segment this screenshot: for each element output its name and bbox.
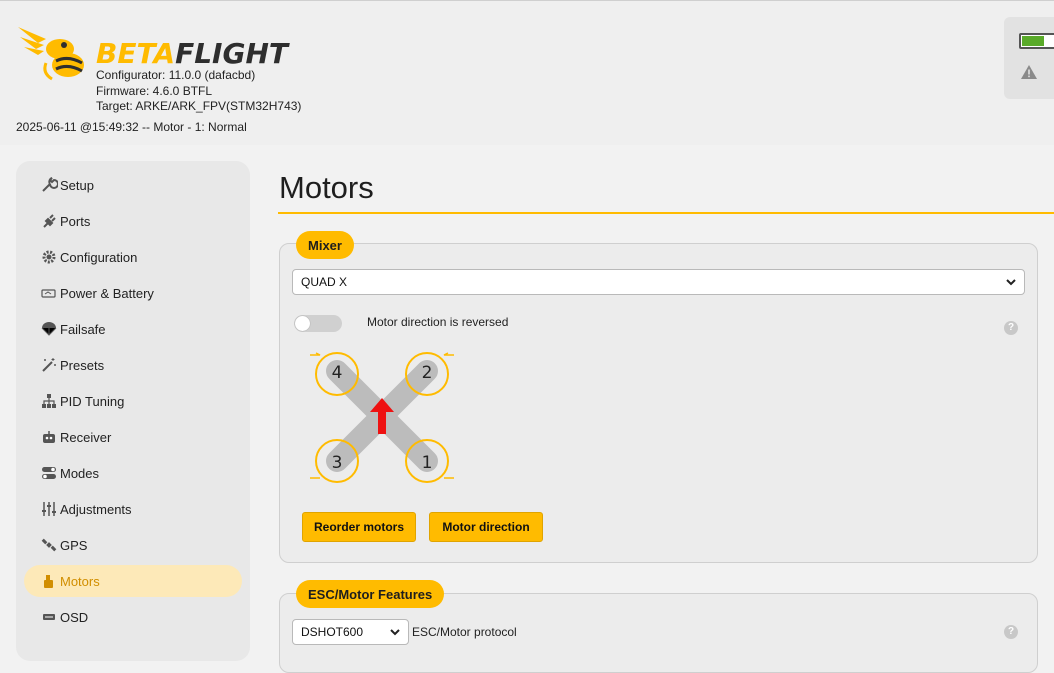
esc-protocol-label: ESC/Motor protocol <box>412 625 517 639</box>
header: BETAFLIGHT Configurator: 11.0.0 (dafacbd… <box>0 0 1054 145</box>
sidebar-item-osd[interactable]: OSD <box>24 601 242 633</box>
logo-part-flight: FLIGHT <box>175 37 288 70</box>
sidebar-item-setup[interactable]: Setup <box>24 169 242 201</box>
page-title: Motors <box>279 170 374 205</box>
motor-label-3: 3 <box>332 453 343 473</box>
sidebar-item-label: PID Tuning <box>60 393 125 409</box>
sidebar-item-adjustments[interactable]: Adjustments <box>24 493 242 525</box>
motor-direction-reversed-label: Motor direction is reversed <box>367 315 509 329</box>
sidebar-item-label: OSD <box>60 609 89 625</box>
sidebar-item-label: Receiver <box>60 429 112 445</box>
esc-help-icon[interactable]: ? <box>1004 625 1018 639</box>
title-divider <box>278 212 1054 214</box>
status-line: 2025-06-11 @15:49:32 -- Motor - 1: Norma… <box>16 120 247 134</box>
chevron-down-icon <box>1006 279 1016 286</box>
motor-label-2: 2 <box>422 363 433 383</box>
sidebar-item-label: Modes <box>60 465 100 481</box>
plug-icon <box>40 212 58 230</box>
logo-part-beta: BETA <box>96 37 176 70</box>
mixer-select[interactable]: QUAD X <box>292 269 1025 295</box>
target-info: Target: ARKE/ARK_FPV(STM32H743) <box>96 99 302 113</box>
header-status-panel <box>1004 17 1054 99</box>
sidebar-item-label: Configuration <box>60 249 138 265</box>
reorder-motors-button[interactable]: Reorder motors <box>302 512 416 542</box>
sidebar-item-receiver[interactable]: Receiver <box>24 421 242 453</box>
mixer-selected-value: QUAD X <box>301 275 348 289</box>
sidebar-item-label: GPS <box>60 537 88 553</box>
mixer-panel-label: Mixer <box>296 231 354 259</box>
battery-icon <box>1019 33 1054 49</box>
sidebar-item-presets[interactable]: Presets <box>24 349 242 381</box>
sitemap-icon <box>40 392 58 410</box>
wrench-icon <box>40 176 58 194</box>
sidebar-item-label: Adjustments <box>60 501 132 517</box>
sidebar-item-gps[interactable]: GPS <box>24 529 242 561</box>
osd-icon <box>40 608 58 626</box>
brand-logo-text: BETAFLIGHT <box>96 37 288 70</box>
chevron-down-icon <box>390 629 400 636</box>
sidebar-item-modes[interactable]: Modes <box>24 457 242 489</box>
sidebar-item-label: Ports <box>60 213 91 229</box>
gear-icon <box>40 248 58 266</box>
sidebar-item-pid-tuning[interactable]: PID Tuning <box>24 385 242 417</box>
esc-protocol-value: DSHOT600 <box>301 625 364 639</box>
bee-logo-icon <box>18 27 84 81</box>
esc-features-panel-label: ESC/Motor Features <box>296 580 445 608</box>
motor-label-4: 4 <box>332 363 343 383</box>
sliders-icon <box>40 500 58 518</box>
sidebar-item-ports[interactable]: Ports <box>24 205 242 237</box>
firmware-version: Firmware: 4.6.0 BTFL <box>96 83 213 98</box>
sidebar-item-configuration[interactable]: Configuration <box>24 241 242 273</box>
motor-direction-reversed-toggle[interactable] <box>294 315 342 332</box>
motor-label-1: 1 <box>422 453 433 473</box>
sidebar-item-label: Failsafe <box>60 321 106 337</box>
sidebar-item-motors[interactable]: Motors <box>24 565 242 597</box>
toggle-icon <box>40 464 58 482</box>
battery-icon <box>40 284 58 302</box>
version-info: Configurator: 11.0.0 (dafacbd) Firmware:… <box>96 68 301 115</box>
sidebar-item-power-battery[interactable]: Power & Battery <box>24 277 242 309</box>
sidebar-item-label: Setup <box>60 177 94 193</box>
motor-direction-button[interactable]: Motor direction <box>429 512 543 542</box>
sidebar-item-label: Presets <box>60 357 105 373</box>
warning-icon <box>1021 65 1037 79</box>
sidebar-item-label: Motors <box>60 573 100 589</box>
quad-x-motor-diagram: 4 2 3 1 <box>310 352 454 483</box>
robot-icon <box>40 428 58 446</box>
mixer-help-icon[interactable]: ? <box>1004 321 1018 335</box>
sidebar-item-failsafe[interactable]: Failsafe <box>24 313 242 345</box>
satellite-icon <box>40 536 58 554</box>
configurator-version: Configurator: 11.0.0 (dafacbd) <box>96 68 256 82</box>
esc-protocol-select[interactable]: DSHOT600 <box>292 619 409 645</box>
sidebar-item-label: Power & Battery <box>60 285 154 301</box>
motor-icon <box>40 572 58 590</box>
parachute-icon <box>40 320 58 338</box>
magic-wand-icon <box>40 356 58 374</box>
